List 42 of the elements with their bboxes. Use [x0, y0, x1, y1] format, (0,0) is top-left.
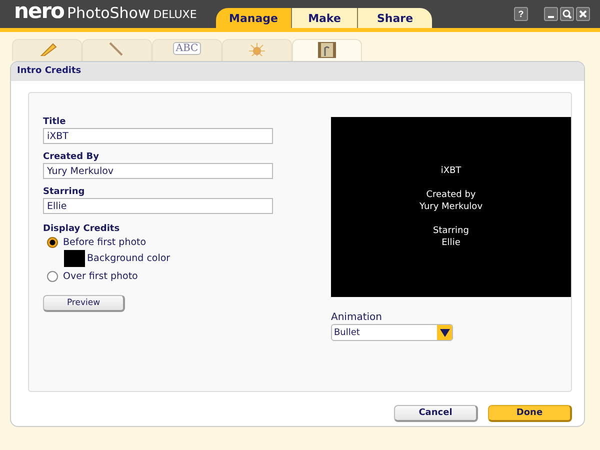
animation-dropdown[interactable]: Bullet	[331, 324, 453, 341]
tool-tab[interactable]	[12, 39, 82, 61]
main-tab[interactable]: Share	[358, 8, 432, 28]
preview-text: Yury Merkulov	[419, 201, 483, 213]
tool-tab[interactable]	[292, 39, 362, 61]
zoom-button[interactable]	[560, 7, 574, 21]
minimize-icon	[548, 16, 554, 18]
main-tab[interactable]: Manage	[216, 8, 292, 28]
tool-tab[interactable]: ABC	[152, 39, 222, 61]
minimize-button[interactable]	[544, 7, 558, 21]
preview-text: iXBT	[440, 165, 462, 177]
text-field[interactable]: Yury Merkulov	[43, 163, 273, 179]
text-field[interactable]: iXBT	[43, 128, 273, 144]
field-label: Title	[43, 117, 66, 127]
field-label: Created By	[43, 152, 99, 162]
done-button[interactable]: Done	[488, 405, 572, 422]
product-name: PhotoShow	[66, 4, 150, 22]
brand-logo: nero	[14, 1, 64, 21]
field-label: Animation	[331, 312, 383, 323]
search-icon	[562, 9, 572, 19]
section-label: Display Credits	[43, 224, 120, 234]
color-label: Background color	[87, 253, 170, 264]
sparkle-icon	[247, 42, 267, 56]
main-tab[interactable]: Make	[292, 8, 358, 28]
close-button[interactable]	[576, 7, 590, 21]
color-swatch[interactable]	[64, 250, 85, 267]
field-label: Starring	[43, 187, 85, 197]
preview-text: Ellie	[440, 237, 462, 249]
cancel-button[interactable]: Cancel	[394, 405, 478, 422]
film-icon	[318, 42, 336, 58]
radio-option[interactable]: Before first photo	[43, 237, 146, 248]
text-field[interactable]: Ellie	[43, 198, 273, 214]
preview-button[interactable]: Preview	[43, 295, 125, 312]
radio-option[interactable]: Over first photo	[43, 271, 138, 282]
help-button[interactable]: ?	[514, 7, 528, 21]
text-icon: ABC	[172, 42, 202, 55]
preview-text: Starring	[433, 225, 469, 237]
preview-text: Created by	[425, 189, 477, 201]
close-icon	[578, 9, 588, 19]
product-edition: DELUXE	[153, 8, 197, 21]
dialog-title: Intro Credits	[11, 62, 584, 81]
caret-icon	[440, 328, 450, 336]
